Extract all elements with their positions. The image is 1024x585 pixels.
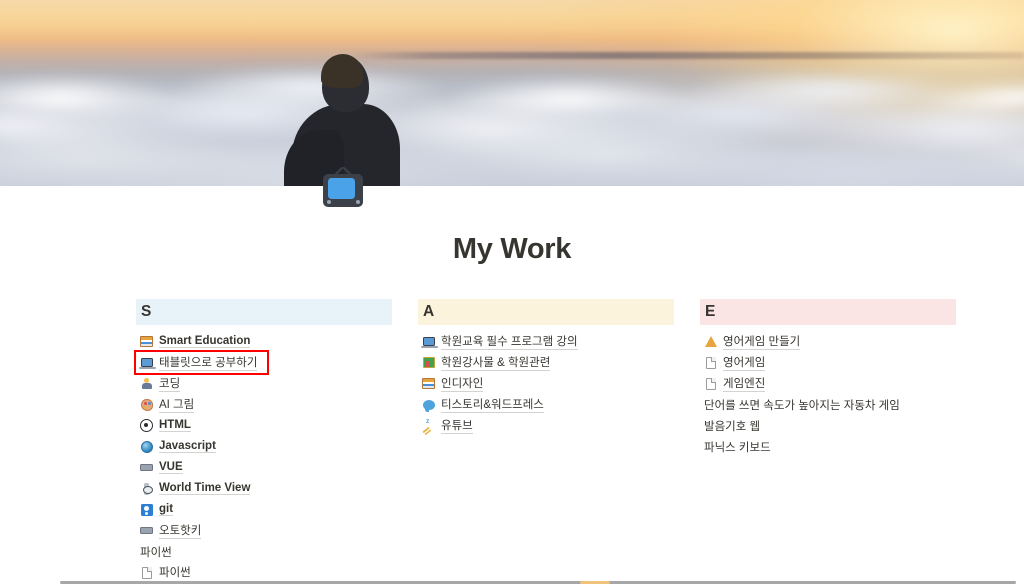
list-item[interactable]: 오토핫키 (136, 520, 392, 541)
horizontal-scrollbar[interactable] (0, 579, 1024, 585)
list-item[interactable]: AI 그림 (136, 394, 392, 415)
list-item-label: 발음기호 웹 (704, 420, 761, 433)
speech-balloon-icon (422, 398, 435, 412)
globe-icon (140, 440, 153, 453)
list-item-plain-text: 파이썬 (136, 541, 392, 562)
palette-icon (140, 398, 153, 411)
list-item-label: 유튜브 (441, 417, 473, 434)
column-e: E 영어게임 만들기 영어게임 게임엔진 단어를 쓰면 속도가 높아지는 자동차… (700, 299, 956, 583)
list-item-label: 코딩 (159, 375, 181, 392)
list-item-plain-text: 파닉스 키보드 (700, 436, 956, 457)
list-item[interactable]: 게임엔진 (700, 373, 956, 394)
books-icon (422, 377, 435, 390)
cloud-shadow-overlay (0, 102, 1024, 186)
page-icon (704, 377, 717, 390)
list-item[interactable]: 티스토리&워드프레스 (418, 394, 674, 415)
list-item[interactable]: 코딩 (136, 373, 392, 394)
list-item[interactable]: Smart Education (136, 331, 392, 352)
columns-container: S Smart Education 태블릿으로 공부하기 코딩 AI 그림 HT… (0, 266, 1024, 583)
list-item[interactable]: 학원강사물 & 학원관련 (418, 352, 674, 373)
list-item[interactable]: Javascript (136, 436, 392, 457)
scrollbar-thumb[interactable] (580, 581, 610, 584)
list-item-label: AI 그림 (159, 396, 195, 413)
list-item-label: 영어게임 만들기 (723, 333, 801, 350)
books-icon (140, 335, 153, 348)
list-item[interactable]: 영어게임 (700, 352, 956, 373)
list-item-label: 티스토리&워드프레스 (441, 396, 544, 413)
list-item-highlighted[interactable]: 태블릿으로 공부하기 (134, 350, 269, 375)
list-item[interactable]: 인디자인 (418, 373, 674, 394)
list-item-label: 오토핫키 (159, 522, 202, 539)
list-item-label: 게임엔진 (723, 375, 766, 392)
framed-picture-icon (422, 356, 435, 369)
column-header-e: E (700, 299, 956, 325)
laptop-icon (421, 335, 438, 348)
column-a: A 학원교육 필수 프로그램 강의 학원강사물 & 학원관련 인디자인 티스토리… (418, 299, 674, 583)
list-item-label: 단어를 쓰면 속도가 높아지는 자동차 게임 (704, 399, 900, 412)
page-cover-image (0, 0, 1024, 186)
list-item-label: 태블릿으로 공부하기 (159, 354, 258, 371)
television-icon[interactable] (317, 165, 369, 211)
person-hair (321, 54, 363, 88)
list-item-label: 영어게임 (723, 354, 766, 371)
list-item[interactable]: 영어게임 만들기 (700, 331, 956, 352)
list-item[interactable]: VUE (136, 457, 392, 478)
list-item[interactable]: World Time View (136, 478, 392, 499)
keyboard-icon (140, 524, 153, 537)
watch-icon (140, 482, 153, 495)
laptop-icon (139, 356, 156, 369)
list-item-label: 파이썬 (140, 546, 172, 559)
list-item-label: Smart Education (159, 335, 251, 348)
page-icon (704, 356, 717, 369)
list-item-label: 학원강사물 & 학원관련 (441, 354, 551, 371)
page-title: My Work (452, 233, 572, 265)
at-sign-icon (140, 419, 153, 432)
person-icon (140, 377, 153, 390)
list-item-label: VUE (159, 461, 183, 474)
list-item-label: World Time View (159, 482, 251, 495)
list-item-label: 학원교육 필수 프로그램 강의 (441, 333, 578, 350)
list-item[interactable]: git (136, 499, 392, 520)
warning-triangle-icon (704, 335, 717, 348)
list-item[interactable]: 유튜브 (418, 415, 674, 436)
list-item-plain-text: 발음기호 웹 (700, 415, 956, 436)
keyboard-icon (140, 461, 153, 474)
column-header-a: A (418, 299, 674, 325)
list-item-plain-text: 단어를 쓰면 속도가 높아지는 자동차 게임 (700, 394, 956, 415)
column-s: S Smart Education 태블릿으로 공부하기 코딩 AI 그림 HT… (134, 299, 392, 583)
git-badge-icon (140, 503, 153, 516)
list-item-label: 파닉스 키보드 (704, 441, 771, 454)
list-item[interactable]: HTML (136, 415, 392, 436)
sleep-zzz-icon (422, 418, 435, 432)
column-header-s: S (136, 299, 392, 325)
list-item-label: HTML (159, 419, 191, 432)
list-item-label: 인디자인 (441, 375, 484, 392)
scrollbar-track[interactable] (60, 581, 1016, 584)
list-item[interactable]: 학원교육 필수 프로그램 강의 (418, 331, 674, 352)
page-icon (140, 566, 153, 579)
page-body: My Work S Smart Education 태블릿으로 공부하기 코딩 … (0, 166, 1024, 583)
list-item-label: Javascript (159, 440, 216, 453)
list-item-label: git (159, 503, 174, 516)
